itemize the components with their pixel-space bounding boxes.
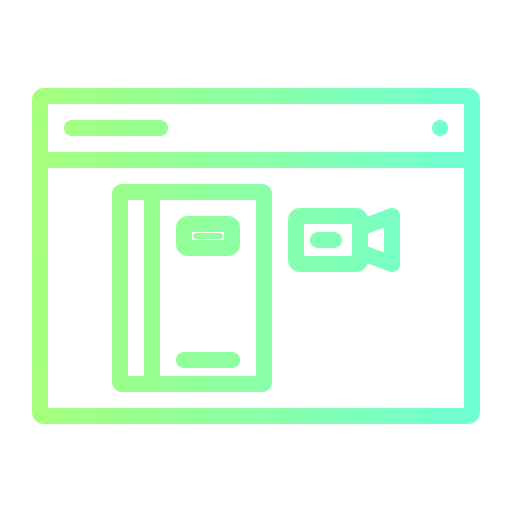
icon-container: [0, 0, 512, 512]
browser-video-book-icon: [32, 88, 480, 424]
window-control-dot: [432, 120, 448, 136]
video-camera-lens: [352, 208, 400, 272]
